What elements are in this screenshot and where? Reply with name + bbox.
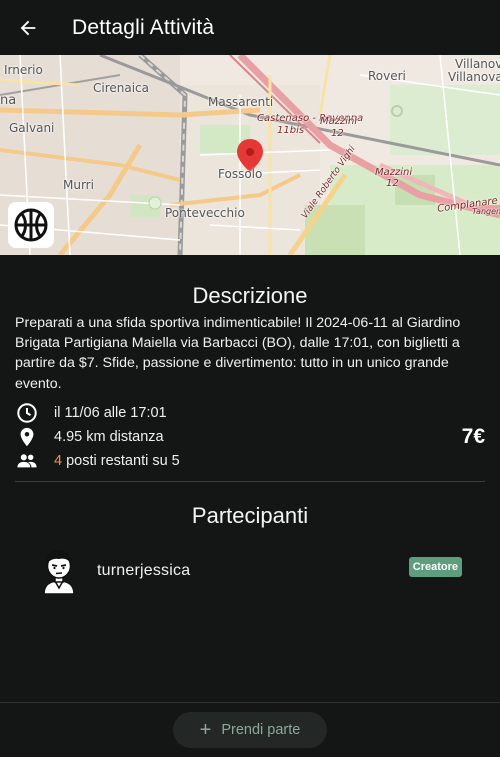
map-label-villanova: Villanova <box>455 57 500 71</box>
bottom-bar: + Prendi parte <box>0 702 500 757</box>
map-label-mazzini-2: Mazzini <box>375 167 413 178</box>
map-tiles <box>0 55 500 255</box>
participant-row[interactable]: turnerjessica Creatore <box>40 548 465 594</box>
spots-text: 4 posti restanti su 5 <box>54 453 180 469</box>
datetime-row: il 11/06 alle 17:01 <box>15 402 167 424</box>
clock-icon <box>17 403 37 423</box>
people-icon <box>17 454 37 468</box>
location-icon <box>20 427 34 447</box>
sport-badge <box>8 202 54 248</box>
page-title: Dettagli Attività <box>72 15 215 39</box>
map-label-tangenziale: Tangenziale <box>472 207 500 216</box>
participant-name: turnerjessica <box>97 562 191 579</box>
map-label-na: na <box>0 93 17 108</box>
avatar <box>43 550 75 594</box>
datetime-text: il 11/06 alle 17:01 <box>54 405 167 421</box>
basketball-icon <box>14 208 48 242</box>
map-label-villanova-stat: Villanova Stat <box>448 70 500 84</box>
map-label-mazzini-1: Mazzini <box>320 116 358 127</box>
distance-text: 4.95 km distanza <box>54 429 164 445</box>
join-button-label: Prendi parte <box>221 722 301 738</box>
section-divider <box>15 481 485 482</box>
join-button[interactable]: + Prendi parte <box>173 712 327 748</box>
plus-icon: + <box>199 719 212 741</box>
spots-row: 4 posti restanti su 5 <box>15 450 180 472</box>
map-label-irnerio: Irnerio <box>4 63 43 77</box>
back-button[interactable] <box>0 0 56 55</box>
map-label-mazzini-1-number: 12 <box>331 128 344 139</box>
map-label-mazzini-2-number: 12 <box>386 178 399 189</box>
arrow-back-icon <box>20 20 36 35</box>
spots-label: posti restanti su 5 <box>62 453 180 469</box>
map-label-massarenti: Massarenti <box>208 95 274 109</box>
description-text: Preparati a una sfida sportiva indimenti… <box>15 315 461 392</box>
map-label-galvani: Galvani <box>9 121 55 135</box>
map-label-castenaso-number: 11bis <box>277 125 305 136</box>
map-label-fossolo: Fossolo <box>218 167 263 181</box>
map-label-pontevecchio: Pontevecchio <box>165 206 245 220</box>
creator-badge: Creatore <box>408 557 462 577</box>
map-label-murri: Murri <box>63 178 94 192</box>
location-map[interactable]: Irnerio Cirenaica Massarenti Roveri Vill… <box>0 55 500 255</box>
map-label-roveri: Roveri <box>368 69 406 83</box>
map-label-cirenaica: Cirenaica <box>93 81 150 95</box>
price-label: 7€ <box>461 425 485 448</box>
participants-title: Partecipanti <box>191 503 309 528</box>
description-title: Descrizione <box>192 283 308 308</box>
distance-row: 4.95 km distanza <box>15 426 164 448</box>
app-bar: Dettagli Attività <box>0 0 500 55</box>
spots-count: 4 <box>54 453 63 469</box>
